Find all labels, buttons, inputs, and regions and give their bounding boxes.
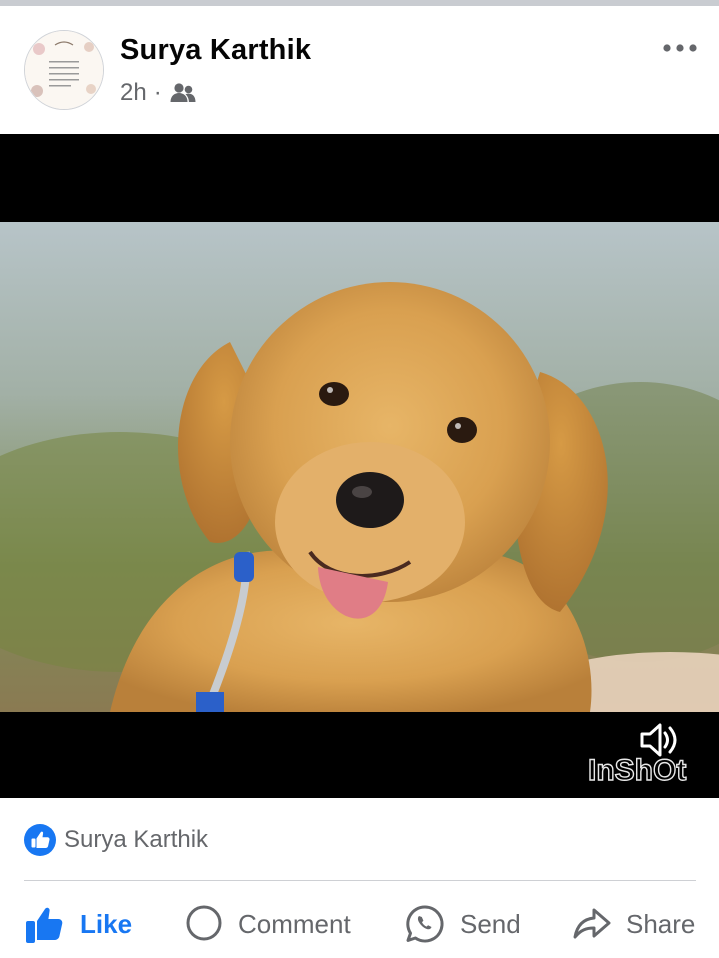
post-meta: 2h ·: [120, 78, 196, 108]
reactions-summary[interactable]: Surya Karthik: [24, 822, 208, 858]
share-button[interactable]: Share: [572, 898, 695, 950]
author-name[interactable]: Surya Karthik: [120, 34, 311, 67]
whatsapp-icon: [406, 905, 444, 943]
comment-label: Comment: [238, 908, 351, 939]
comment-button[interactable]: Comment: [184, 898, 351, 950]
more-options-button[interactable]: [660, 34, 700, 62]
like-button[interactable]: Like: [24, 898, 132, 950]
watermark-text: InShOt: [588, 754, 686, 786]
divider: [24, 880, 696, 881]
video-player[interactable]: InShOt: [0, 134, 719, 798]
share-label: Share: [626, 908, 696, 939]
post-timestamp[interactable]: 2h: [120, 79, 147, 107]
send-label: Send: [460, 908, 521, 939]
action-bar: Like Comment Send Share: [0, 898, 719, 958]
like-label: Like: [80, 908, 133, 939]
avatar[interactable]: [24, 30, 104, 110]
meta-separator: ·: [153, 79, 162, 106]
like-reaction-icon: [24, 824, 56, 856]
thumbs-up-icon: [26, 907, 63, 943]
reaction-names[interactable]: Surya Karthik: [64, 826, 208, 854]
send-button[interactable]: Send: [404, 898, 521, 950]
comment-icon: [186, 905, 222, 941]
friends-icon[interactable]: [170, 82, 196, 104]
inshot-watermark: InShOt: [588, 753, 687, 786]
share-arrow-icon: [573, 908, 611, 939]
video-frame-image[interactable]: [0, 222, 719, 712]
post-header: Surya Karthik 2h ·: [0, 6, 719, 134]
more-horizontal-icon: [663, 44, 697, 52]
avatar-image: [25, 31, 103, 109]
